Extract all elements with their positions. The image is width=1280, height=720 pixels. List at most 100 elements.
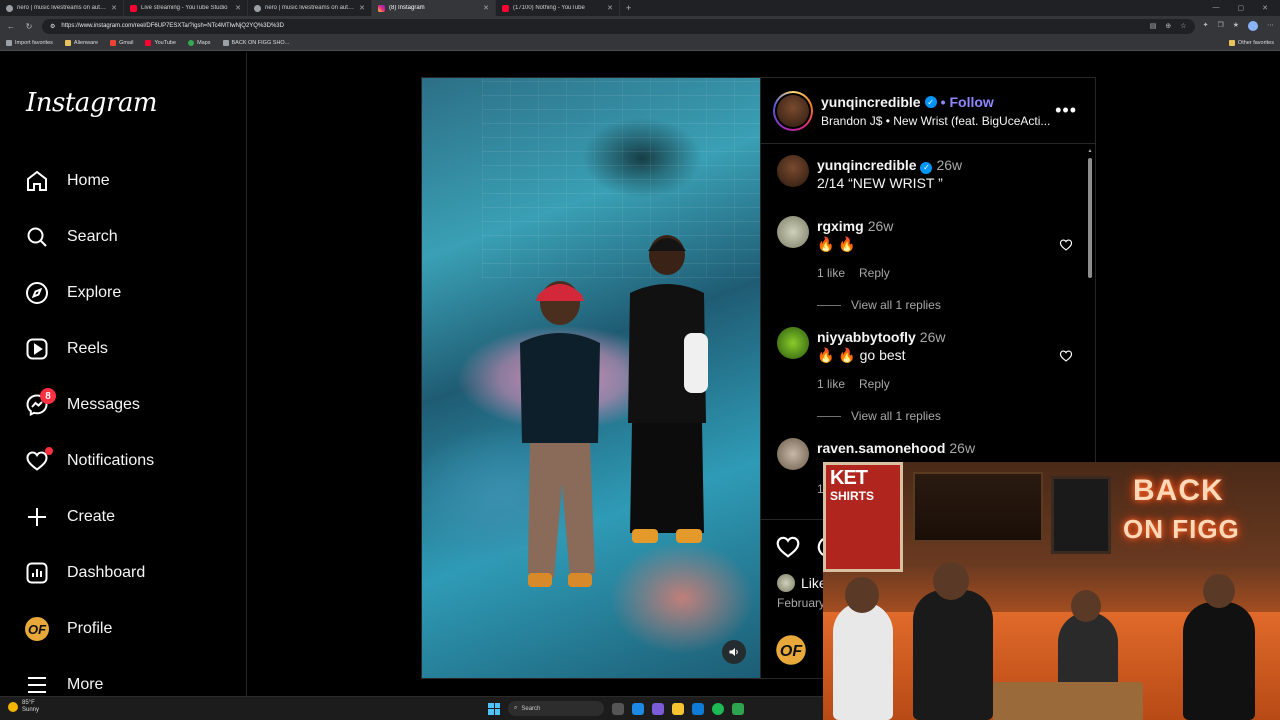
weather-widget[interactable]: 85°F Sunny: [8, 700, 39, 714]
browser-tab-bar: nero | music livestreams on auto... ✕ Liv…: [0, 0, 1280, 16]
extensions-icon[interactable]: ✦: [1203, 21, 1209, 31]
comment-like-count[interactable]: 1 like: [817, 377, 845, 391]
close-icon[interactable]: ✕: [111, 4, 117, 12]
post-date: February: [777, 596, 826, 610]
audio-track-link[interactable]: Brandon J$ • New Wrist (feat. BigUceActi…: [821, 114, 1053, 128]
chat-icon[interactable]: [632, 702, 644, 715]
favorites-icon[interactable]: ★: [1233, 21, 1239, 31]
reply-button[interactable]: Reply: [859, 377, 890, 391]
edge-icon[interactable]: [692, 702, 704, 715]
like-heart-icon[interactable]: [775, 534, 801, 560]
reel-video[interactable]: [422, 78, 760, 678]
comment-username[interactable]: niyyabbytoofly: [817, 329, 916, 345]
windows-taskbar: 85°F Sunny ⌕ Search: [0, 696, 823, 720]
read-mode-icon[interactable]: ▤: [1150, 22, 1157, 30]
comment-header: rgximg 26w: [817, 218, 893, 234]
taskbar-search[interactable]: ⌕ Search: [508, 701, 604, 716]
instagram-icon: [378, 4, 385, 12]
browser-tab-5[interactable]: (17100) Nothing - YouTube ✕: [496, 0, 620, 16]
sidebar-item-reels[interactable]: Reels: [24, 333, 108, 365]
avatar[interactable]: [777, 438, 809, 470]
site-info-icon[interactable]: ⚙: [50, 23, 55, 30]
neon-text: ON FIGG: [1123, 514, 1240, 544]
youtube-icon: [502, 4, 509, 12]
comment-like-heart-icon[interactable]: [1059, 238, 1073, 252]
other-favorites[interactable]: Other favorites: [1228, 40, 1274, 46]
view-replies-button[interactable]: View all 1 replies: [817, 298, 941, 312]
reload-icon[interactable]: ↻: [24, 22, 34, 31]
bookmark-youtube[interactable]: YouTube: [145, 40, 176, 46]
comment-like-count[interactable]: 1 like: [817, 266, 845, 280]
url-field[interactable]: ⚙ https://www.instagram.com/reel/DF6UP7E…: [42, 18, 1195, 34]
task-view-icon[interactable]: [612, 702, 624, 715]
gmail-icon: [110, 40, 117, 46]
browser-tab-1[interactable]: nero | music livestreams on auto... ✕: [0, 0, 124, 16]
bookmark-alienware[interactable]: Alienware: [64, 40, 98, 46]
sidebar-item-home[interactable]: Home: [24, 165, 110, 197]
poster-text: SHIRTS: [830, 489, 875, 503]
comment-username[interactable]: raven.samonehood: [817, 440, 945, 456]
favorite-star-icon[interactable]: ☆: [1180, 22, 1186, 30]
comments-scrollbar[interactable]: ▲: [1087, 148, 1093, 448]
back-icon[interactable]: ←: [6, 22, 16, 31]
spotify-icon[interactable]: [712, 702, 724, 715]
reply-button[interactable]: Reply: [859, 266, 890, 280]
sidebar-item-notifications[interactable]: Notifications: [24, 445, 154, 477]
view-replies-label: View all 1 replies: [851, 409, 941, 423]
omnibox-actions: ▤ ⊕ ☆: [1150, 22, 1187, 30]
author-username[interactable]: yunqincredible: [821, 94, 921, 110]
zoom-icon[interactable]: ⊕: [1165, 22, 1171, 30]
view-replies-button[interactable]: View all 1 replies: [817, 409, 941, 423]
sidebar-item-messages[interactable]: 8 Messages: [24, 388, 140, 421]
bookmark-label: Import favorites: [15, 40, 53, 46]
windows-start-icon[interactable]: [488, 702, 500, 715]
avatar[interactable]: [777, 216, 809, 248]
menu-icon: [24, 672, 50, 698]
comment-username[interactable]: rgximg: [817, 218, 864, 234]
close-icon[interactable]: ✕: [483, 4, 489, 12]
browser-tab-2[interactable]: Live streaming - YouTube Studio ✕: [124, 0, 248, 16]
liker-avatar: [777, 574, 795, 592]
sidebar-item-dashboard[interactable]: Dashboard: [24, 557, 145, 589]
likes-summary[interactable]: Like: [777, 574, 827, 592]
new-tab-button[interactable]: +: [620, 3, 637, 13]
bookmark-maps[interactable]: Maps: [188, 40, 211, 46]
collections-icon[interactable]: ❐: [1217, 21, 1223, 31]
profile-avatar-icon[interactable]: [1248, 21, 1258, 31]
scroll-up-icon[interactable]: ▲: [1087, 148, 1093, 154]
browser-tab-4[interactable]: (8) Instagram ✕: [372, 0, 496, 16]
tab-favicon: [6, 4, 13, 12]
avatar[interactable]: [777, 155, 809, 187]
close-icon[interactable]: ✕: [359, 4, 365, 12]
avatar[interactable]: [777, 327, 809, 359]
sound-toggle-button[interactable]: [722, 640, 746, 664]
close-icon[interactable]: ✕: [235, 4, 241, 12]
close-window-icon[interactable]: ✕: [1262, 4, 1268, 12]
instagram-logo[interactable]: Instagram: [26, 88, 158, 118]
menu-dots-icon[interactable]: ⋯: [1267, 21, 1274, 31]
comment-like-heart-icon[interactable]: [1059, 349, 1073, 363]
teams-icon[interactable]: [652, 702, 664, 715]
sidebar-item-profile[interactable]: OF Profile: [24, 613, 112, 645]
minimize-icon[interactable]: —: [1213, 4, 1220, 12]
sidebar-item-search[interactable]: Search: [24, 221, 118, 253]
neon-text: BACK: [1133, 474, 1224, 507]
follow-button[interactable]: Follow: [949, 94, 993, 110]
caption: yunqincredible ✓ 26w 2/14 “NEW WRIST ”: [777, 155, 1077, 195]
maximize-icon[interactable]: ▢: [1238, 4, 1245, 12]
scrollbar-thumb[interactable]: [1088, 158, 1092, 278]
bookmark-gmail[interactable]: Gmail: [110, 40, 133, 46]
sidebar-item-create[interactable]: Create: [24, 501, 115, 533]
more-options-icon[interactable]: •••: [1055, 100, 1077, 121]
app-icon[interactable]: [732, 702, 744, 715]
bookmark-import[interactable]: Import favorites: [6, 40, 53, 46]
author-avatar[interactable]: [773, 91, 813, 131]
file-explorer-icon[interactable]: [672, 702, 684, 715]
comment-username[interactable]: yunqincredible: [817, 157, 917, 173]
window-controls: — ▢ ✕: [1213, 4, 1280, 12]
bookmark-back-on-figg[interactable]: BACK ON FIGG SHO...: [222, 40, 289, 46]
comment-meta: 1 like Reply: [817, 266, 890, 280]
close-icon[interactable]: ✕: [607, 4, 613, 12]
sidebar-item-explore[interactable]: Explore: [24, 277, 121, 309]
browser-tab-3[interactable]: nero | music livestreams on auto... ✕: [248, 0, 372, 16]
